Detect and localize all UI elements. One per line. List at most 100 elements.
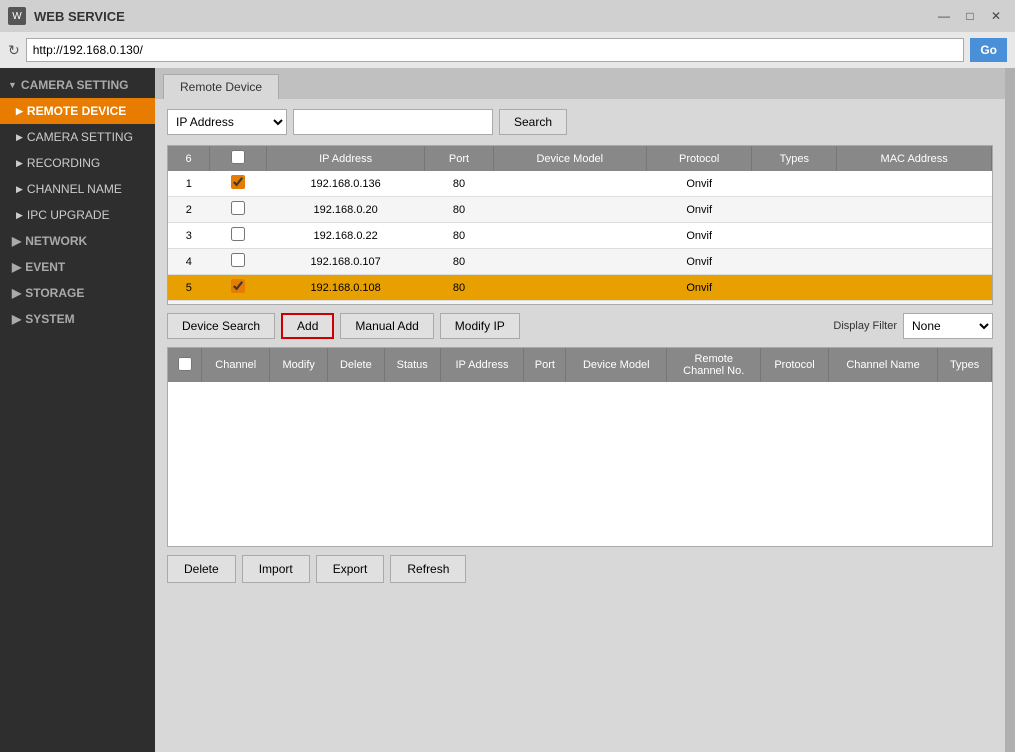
col-header-ip: IP Address xyxy=(266,146,424,171)
row-ip: 192.168.0.183 xyxy=(266,301,424,306)
row-ip: 192.168.0.22 xyxy=(266,223,424,249)
row-checkbox-3[interactable] xyxy=(231,253,245,267)
row-checkbox-cell xyxy=(210,223,267,249)
tab-remote-device[interactable]: Remote Device xyxy=(163,74,279,99)
row-mac xyxy=(837,223,992,249)
import-button[interactable]: Import xyxy=(242,555,310,583)
modify-ip-button[interactable]: Modify IP xyxy=(440,313,520,339)
row-mac xyxy=(837,301,992,306)
app-icon: W xyxy=(8,7,26,25)
refresh-button[interactable]: Refresh xyxy=(390,555,466,583)
row-protocol: Onvif xyxy=(647,301,752,306)
row-model xyxy=(493,249,646,275)
row-checkbox-0[interactable] xyxy=(231,175,245,189)
sidebar-item-camera-setting[interactable]: ▶ CAMERA SETTING xyxy=(0,124,155,150)
row-protocol: Onvif xyxy=(647,275,752,301)
sidebar-item-ipc-upgrade[interactable]: ▶ IPC UPGRADE xyxy=(0,202,155,228)
group-arrow-icon-3: ▶ xyxy=(12,286,21,300)
row-port: 80 xyxy=(425,171,493,197)
col-header-model: Device Model xyxy=(493,146,646,171)
sidebar-group-network[interactable]: ▶ NETWORK xyxy=(0,228,155,254)
device-table-row[interactable]: 1 192.168.0.136 80 Onvif xyxy=(168,171,992,197)
row-ip: 192.168.0.20 xyxy=(266,197,424,223)
go-button[interactable]: Go xyxy=(970,38,1007,62)
ch-col-types: Types xyxy=(938,348,992,382)
row-checkbox-1[interactable] xyxy=(231,201,245,215)
row-num: 5 xyxy=(168,275,210,301)
sidebar-item-remote-device[interactable]: ▶ REMOTE DEVICE xyxy=(0,98,155,124)
row-mac xyxy=(837,275,992,301)
add-button[interactable]: Add xyxy=(281,313,334,339)
ch-col-channel-name: Channel Name xyxy=(828,348,937,382)
select-all-checkbox[interactable] xyxy=(231,150,245,164)
address-bar: ↻ Go xyxy=(0,32,1015,68)
maximize-button[interactable]: □ xyxy=(959,7,981,25)
row-types xyxy=(752,249,837,275)
sidebar-group-event[interactable]: ▶ EVENT xyxy=(0,254,155,280)
row-ip: 192.168.0.136 xyxy=(266,171,424,197)
sidebar-item-recording[interactable]: ▶ RECORDING xyxy=(0,150,155,176)
ch-col-status: Status xyxy=(384,348,440,382)
display-filter-select[interactable]: None Online Offline xyxy=(903,313,993,339)
tab-bar: Remote Device xyxy=(155,68,1005,99)
sidebar-item-channel-name[interactable]: ▶ CHANNEL NAME xyxy=(0,176,155,202)
right-scrollbar[interactable] xyxy=(1005,68,1015,752)
row-ip: 192.168.0.108 xyxy=(266,275,424,301)
address-input[interactable] xyxy=(26,38,965,62)
ch-col-model: Device Model xyxy=(566,348,667,382)
ch-col-check xyxy=(168,348,202,382)
row-checkbox-cell xyxy=(210,301,267,306)
device-table-row[interactable]: 5 192.168.0.108 80 Onvif xyxy=(168,275,992,301)
device-table-row[interactable]: 6 192.168.0.183 80 Onvif xyxy=(168,301,992,306)
search-input[interactable] xyxy=(293,109,493,135)
delete-button[interactable]: Delete xyxy=(167,555,236,583)
bottom-row: Delete Import Export Refresh xyxy=(167,555,993,583)
row-types xyxy=(752,197,837,223)
row-port: 80 xyxy=(425,275,493,301)
manual-add-button[interactable]: Manual Add xyxy=(340,313,433,339)
minimize-button[interactable]: — xyxy=(933,7,955,25)
channel-table: Channel Modify Delete Status IP Address … xyxy=(168,348,992,382)
row-checkbox-cell xyxy=(210,275,267,301)
row-port: 80 xyxy=(425,249,493,275)
row-protocol: Onvif xyxy=(647,197,752,223)
row-protocol: Onvif xyxy=(647,223,752,249)
row-port: 80 xyxy=(425,301,493,306)
search-filter-select[interactable]: IP Address MAC Address Device Type xyxy=(167,109,287,135)
device-table-row[interactable]: 2 192.168.0.20 80 Onvif xyxy=(168,197,992,223)
row-checkbox-cell xyxy=(210,249,267,275)
export-button[interactable]: Export xyxy=(316,555,385,583)
ch-col-remote-channel: RemoteChannel No. xyxy=(667,348,761,382)
row-port: 80 xyxy=(425,197,493,223)
sidebar-group-system[interactable]: ▶ SYSTEM xyxy=(0,306,155,332)
row-num: 3 xyxy=(168,223,210,249)
close-button[interactable]: ✕ xyxy=(985,7,1007,25)
row-num: 1 xyxy=(168,171,210,197)
sidebar-group-storage[interactable]: ▶ STORAGE xyxy=(0,280,155,306)
group-arrow-icon: ▶ xyxy=(12,234,21,248)
refresh-icon[interactable]: ↻ xyxy=(8,42,20,59)
action-row: Device Search Add Manual Add Modify IP D… xyxy=(167,313,993,339)
sidebar-camera-setting-header[interactable]: ▼ CAMERA SETTING xyxy=(0,72,155,98)
channel-select-all[interactable] xyxy=(178,357,192,371)
ch-col-channel: Channel xyxy=(202,348,270,382)
row-checkbox-2[interactable] xyxy=(231,227,245,241)
col-header-check xyxy=(210,146,267,171)
row-checkbox-4[interactable] xyxy=(231,279,245,293)
ch-col-modify: Modify xyxy=(270,348,328,382)
camera-setting-arrow-icon: ▼ xyxy=(8,80,17,90)
search-button[interactable]: Search xyxy=(499,109,567,135)
device-table-row[interactable]: 3 192.168.0.22 80 Onvif xyxy=(168,223,992,249)
device-table-row[interactable]: 4 192.168.0.107 80 Onvif xyxy=(168,249,992,275)
content-area: Remote Device IP Address MAC Address Dev… xyxy=(155,68,1005,752)
ch-col-port: Port xyxy=(524,348,566,382)
channel-table-wrapper: Channel Modify Delete Status IP Address … xyxy=(167,347,993,547)
col-header-num: 6 xyxy=(168,146,210,171)
device-search-button[interactable]: Device Search xyxy=(167,313,275,339)
row-model xyxy=(493,197,646,223)
item-arrow-icon-4: ▶ xyxy=(16,184,23,195)
title-bar: W WEB SERVICE — □ ✕ xyxy=(0,0,1015,32)
item-arrow-icon-3: ▶ xyxy=(16,158,23,169)
ch-col-delete: Delete xyxy=(327,348,384,382)
row-num: 6 xyxy=(168,301,210,306)
